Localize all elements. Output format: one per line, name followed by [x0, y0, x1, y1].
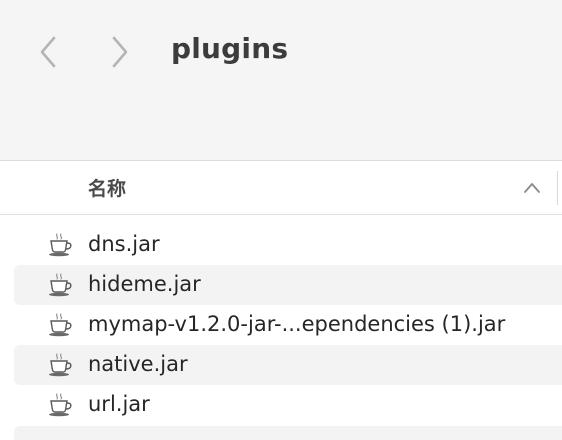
file-row[interactable]: url.jar — [14, 385, 562, 425]
java-jar-icon — [49, 393, 72, 417]
java-jar-icon — [49, 273, 72, 297]
window-toolbar: plugins — [0, 0, 562, 161]
column-header-name[interactable]: 名称 — [88, 174, 126, 201]
column-divider[interactable] — [557, 171, 558, 205]
window-title: plugins — [171, 32, 289, 65]
file-row[interactable]: dns.jar — [14, 225, 562, 265]
java-jar-icon — [49, 353, 72, 377]
chevron-left-icon — [40, 36, 56, 68]
file-list: dns.jar hideme.jar mymap-v1.2.0-jar-...e… — [0, 225, 562, 425]
list-header: 名称 — [0, 161, 562, 215]
empty-row — [14, 426, 562, 440]
forward-button[interactable] — [106, 34, 134, 70]
java-jar-icon — [49, 233, 72, 257]
java-jar-icon — [49, 313, 72, 337]
file-name: hideme.jar — [88, 272, 201, 296]
file-row[interactable]: native.jar — [14, 345, 562, 385]
file-row[interactable]: hideme.jar — [14, 265, 562, 305]
file-name: mymap-v1.2.0-jar-...ependencies (1).jar — [88, 312, 506, 336]
file-row[interactable]: mymap-v1.2.0-jar-...ependencies (1).jar — [14, 305, 562, 345]
file-name: dns.jar — [88, 232, 160, 256]
file-name: url.jar — [88, 392, 150, 416]
chevron-right-icon — [112, 36, 128, 68]
back-button[interactable] — [34, 34, 62, 70]
chevron-up-icon[interactable] — [522, 178, 542, 198]
file-name: native.jar — [88, 352, 188, 376]
